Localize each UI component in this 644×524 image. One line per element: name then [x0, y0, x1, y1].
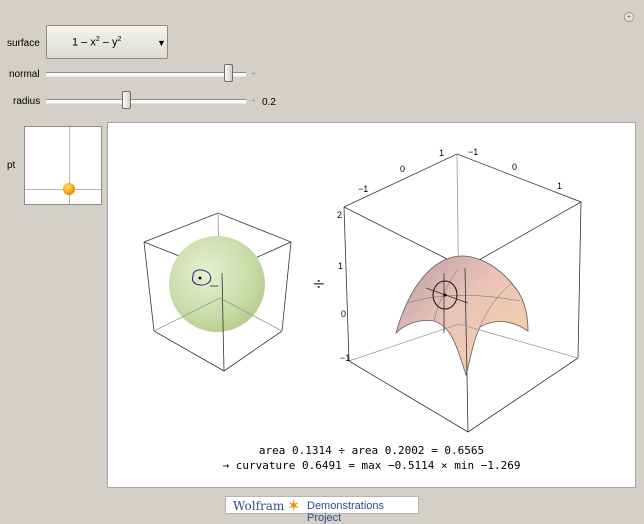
normal-sphere-plot	[143, 212, 293, 372]
surface-point-marker	[443, 293, 447, 297]
axis-z-tick: 0	[341, 309, 346, 319]
surface-dropdown[interactable]: 1 – x2 – y2 ▼	[46, 25, 168, 59]
radius-value: 0.2	[262, 97, 276, 108]
pt-locator-pad[interactable]	[24, 126, 102, 205]
right-cube-edge	[577, 201, 582, 359]
axis-z-tick: 1	[338, 261, 343, 271]
normal-expand-icon[interactable]: +	[250, 70, 257, 78]
normal-point-marker	[198, 276, 202, 280]
axis-x-tick: 0	[400, 164, 405, 174]
axis-y-tick: 1	[557, 181, 562, 191]
right-cube-edge	[343, 206, 350, 362]
surface-dropdown-value: 1 – x2 – y2	[72, 36, 122, 49]
left-cube-edge	[143, 241, 155, 332]
radius-slider-track[interactable]	[46, 99, 246, 104]
curvature-text: → curvature 0.6491 = max −0.5114 × min −…	[222, 459, 521, 472]
graphics-svg: ÷ −1 0 1 −1 0 1 2 1 0 −1	[143, 147, 582, 433]
wolfram-wordmark: Wolfram	[233, 499, 285, 513]
normal-slider-thumb[interactable]	[223, 64, 233, 82]
radius-expand-icon[interactable]: +	[250, 97, 257, 105]
axis-x-tick: 1	[439, 148, 444, 158]
surface-label: surface	[7, 38, 40, 49]
area-ratio-text: area 0.1314 ÷ area 0.2002 = 0.6565	[258, 444, 485, 457]
left-cube-edge	[281, 241, 292, 332]
normal-slider-track[interactable]	[46, 72, 246, 77]
pt-locator-point[interactable]	[63, 183, 75, 195]
axis-y-tick: −1	[468, 147, 478, 157]
graphics-panel: ÷ −1 0 1 −1 0 1 2 1 0 −1 area 0.1314 ÷ a…	[107, 122, 636, 488]
spikey-star-icon: ✶	[287, 498, 301, 515]
radius-slider-thumb[interactable]	[122, 91, 132, 109]
pt-label: pt	[7, 160, 16, 171]
axis-z-tick: 2	[337, 210, 342, 220]
chevron-down-icon: ▼	[157, 38, 166, 48]
panel-plus-icon[interactable]: +	[624, 12, 634, 22]
axis-z-tick: −1	[340, 353, 350, 363]
demonstrations-project-text: Demonstrations Project	[307, 500, 385, 524]
normal-label: normal	[9, 69, 40, 80]
left-cube-bottom	[153, 330, 283, 372]
axis-y-tick: 0	[512, 162, 517, 172]
surface-mesh	[395, 255, 529, 377]
right-cube-bottom	[348, 357, 579, 433]
divide-symbol: ÷	[312, 274, 325, 293]
radius-label: radius	[13, 96, 41, 107]
wolfram-demonstrations-logo[interactable]: Wolfram ✶ Demonstrations Project	[225, 496, 419, 524]
normal-sphere	[169, 236, 265, 332]
axis-x-tick: −1	[358, 184, 368, 194]
right-cube-top	[343, 153, 582, 269]
surface-plot	[343, 153, 582, 433]
